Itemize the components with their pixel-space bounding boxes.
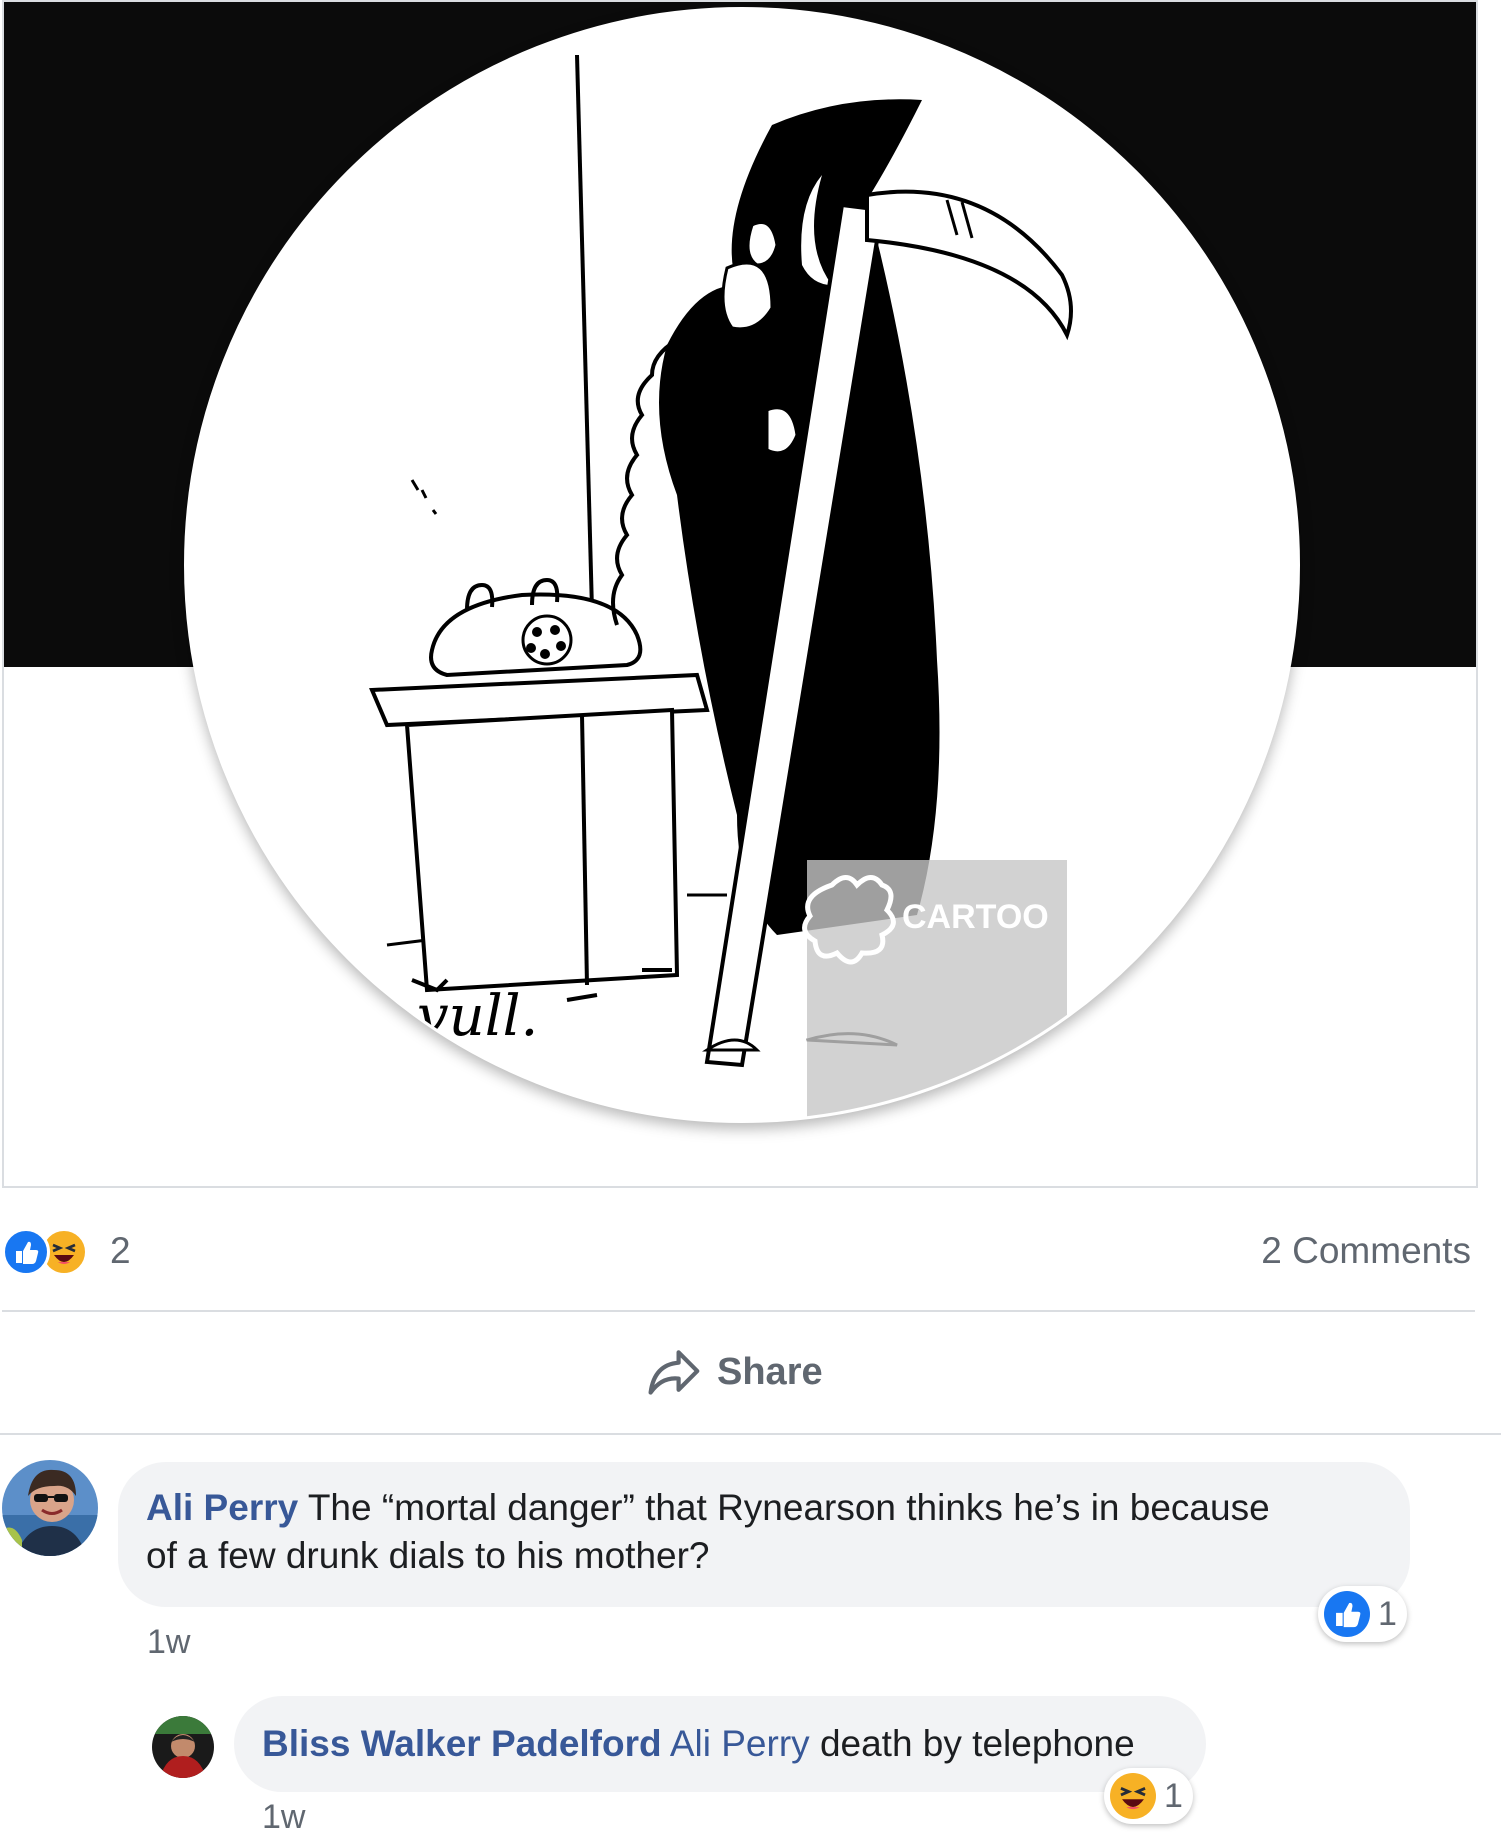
svg-text:CARTOO: CARTOO [902,898,1049,936]
post-stats-bar: 2 2 Comments [0,1220,1475,1280]
grim-reaper-cartoon-illustration: CARTOO vull. [187,10,1297,1120]
comment-reaction-badge[interactable]: 1 [1318,1586,1407,1642]
comment-text-continued: of a few drunk dials to his mother? [146,1535,710,1576]
comment-body: Ali Perry The “mortal danger” that Rynea… [146,1484,1384,1580]
comment-reaction-count: 1 [1378,1594,1397,1633]
post-action-bar: Share [0,1310,1501,1435]
profile-picture[interactable]: CARTOO vull. [184,7,1300,1123]
comment-bubble: Ali Perry The “mortal danger” that Rynea… [118,1462,1410,1607]
reaction-summary[interactable] [2,1228,102,1278]
haha-icon [1110,1773,1156,1819]
avatar[interactable] [152,1716,214,1778]
svg-text:vull.: vull. [417,984,538,1049]
comment-author-link[interactable]: Bliss Walker Padelford [262,1723,662,1764]
reply-body: Bliss Walker Padelford Ali Perry death b… [262,1720,1178,1768]
comment-reaction-badge[interactable]: 1 [1104,1768,1193,1824]
divider [0,1433,1501,1435]
mention-link[interactable]: Ali Perry [670,1723,810,1764]
share-button[interactable]: Share [645,1342,823,1402]
reply-bubble: Bliss Walker Padelford Ali Perry death b… [234,1696,1206,1792]
comments-count-link[interactable]: 2 Comments [1261,1230,1471,1272]
avatar[interactable] [2,1460,98,1556]
comment-reaction-count: 1 [1164,1776,1183,1815]
comment-timestamp[interactable]: 1w [262,1798,305,1837]
like-icon [1324,1591,1370,1637]
comment-text: death by telephone [819,1723,1135,1764]
comment-author-link[interactable]: Ali Perry [146,1487,298,1528]
share-arrow-icon [648,1350,700,1395]
reaction-count[interactable]: 2 [110,1230,131,1272]
comment-text: The “mortal danger” that Rynearson think… [307,1487,1270,1528]
share-label: Share [717,1350,823,1393]
like-icon [2,1228,50,1276]
comment-timestamp[interactable]: 1w [147,1623,190,1662]
post-image[interactable]: CARTOO vull. [2,0,1478,1188]
